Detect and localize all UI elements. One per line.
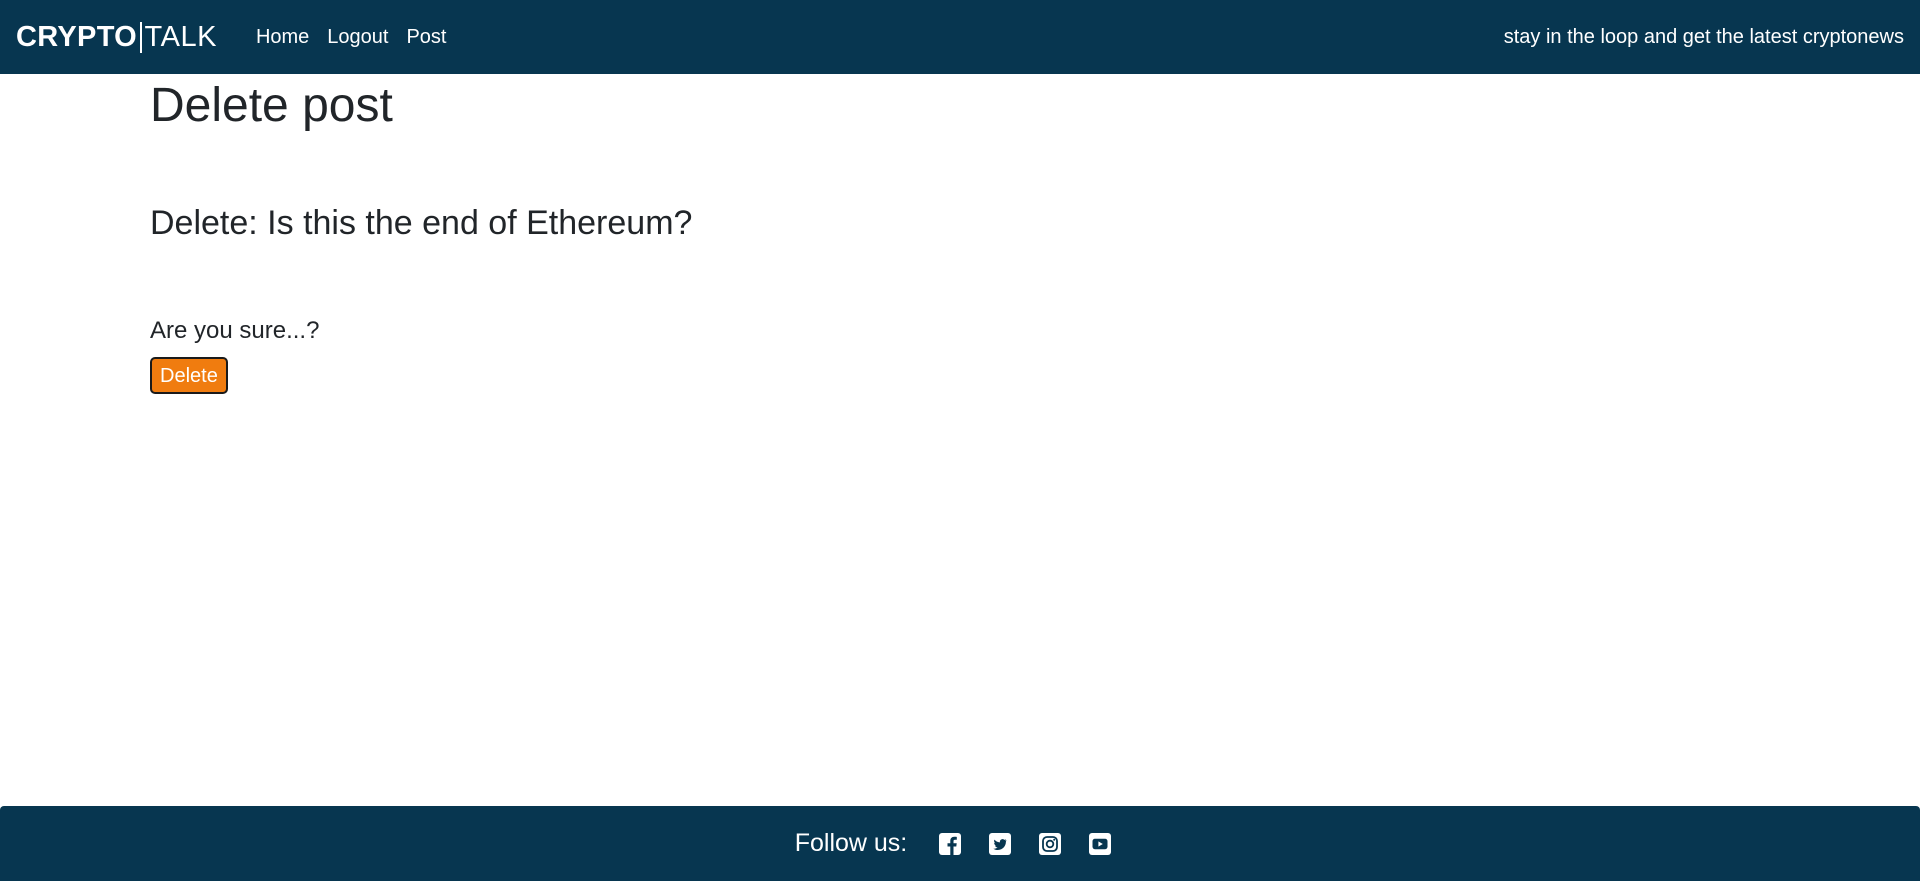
post-title: Delete: Is this the end of Ethereum? [150,204,693,242]
twitter-icon[interactable] [986,830,1014,858]
navbar-tagline: stay in the loop and get the latest cryp… [1503,25,1904,48]
brand-text-strong: CRYPTO [16,20,138,53]
delete-button[interactable]: Delete [150,357,228,394]
brand-divider [140,21,142,53]
facebook-icon[interactable] [936,830,964,858]
main-content: Delete post Delete: Is this the end of E… [150,74,1770,394]
page-title: Delete post [150,79,393,132]
nav-links: Home Logout Post [247,26,456,49]
brand-text-light: TALK [144,20,217,53]
instagram-icon[interactable] [1036,830,1064,858]
confirm-text: Are you sure...? [150,317,320,344]
nav-link-post[interactable]: Post [397,26,455,49]
brand-logo[interactable]: CRYPTO TALK [16,20,217,53]
follow-us-label: Follow us: [794,829,908,857]
footer: Follow us: [0,806,1920,881]
nav-link-home[interactable]: Home [247,26,318,49]
top-navbar: CRYPTO TALK Home Logout Post stay in the… [0,0,1920,74]
youtube-icon[interactable] [1086,830,1114,858]
nav-link-logout[interactable]: Logout [318,26,397,49]
